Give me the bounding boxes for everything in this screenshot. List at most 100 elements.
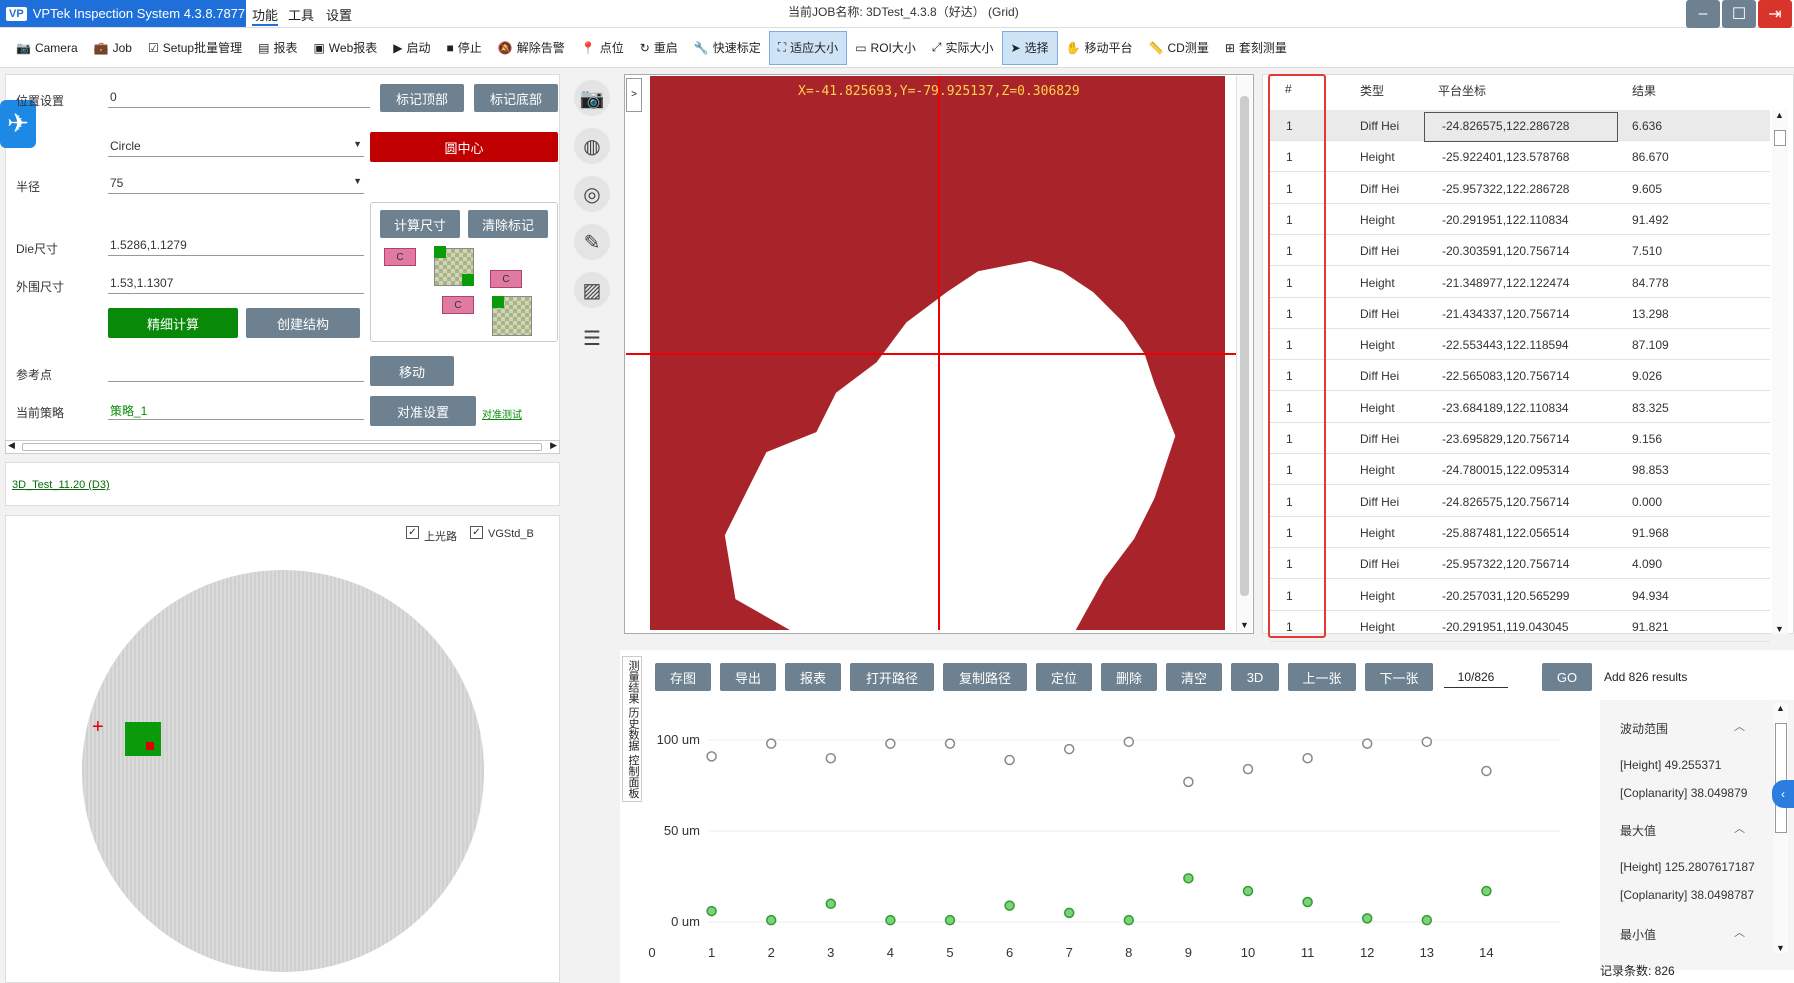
report-button[interactable]: ▤ 报表 xyxy=(250,31,305,65)
open-path-button[interactable]: 打开路径 xyxy=(850,663,934,691)
mark-top-button[interactable]: 标记顶部 xyxy=(380,84,464,112)
ref-point-field[interactable] xyxy=(108,362,364,382)
menu-tools[interactable]: 工具 xyxy=(288,5,314,24)
delete-button[interactable]: 删除 xyxy=(1101,663,1157,691)
web-report-button[interactable]: ▣ Web报表 xyxy=(305,31,385,65)
image-counter[interactable]: 10/826 xyxy=(1444,670,1508,688)
die-size-field[interactable]: 1.5286,1.1279 xyxy=(108,236,364,256)
scrollbar-thumb[interactable] xyxy=(1240,96,1249,596)
create-structure-button[interactable]: 创建结构 xyxy=(246,308,360,338)
checkbox-icon[interactable]: ✓ xyxy=(406,526,419,539)
chevron-up-icon[interactable]: ︿ xyxy=(1734,718,1745,734)
table-row[interactable]: 1 Height -23.684189,122.110834 83.325 xyxy=(1270,392,1770,423)
recipe-link[interactable]: 3D_Test_11.20 (D3) xyxy=(12,479,110,491)
stats-scrollbar[interactable]: ▲ ▼ xyxy=(1774,703,1788,953)
scrollbar-thumb[interactable] xyxy=(1775,723,1787,833)
clear-mark-button[interactable]: 清除标记 xyxy=(468,210,548,238)
table-row[interactable]: 1 Diff Hei -25.957322,122.286728 9.605 xyxy=(1270,173,1770,204)
fine-calc-button[interactable]: 精细计算 xyxy=(108,308,238,338)
scrollbar-thumb[interactable] xyxy=(1774,130,1786,146)
scrollbar-thumb[interactable] xyxy=(22,443,542,451)
table-scrollbar[interactable]: ▲ ▼ xyxy=(1772,110,1788,634)
3d-button[interactable]: 3D xyxy=(1231,663,1279,691)
move-stage-button[interactable]: ✋ 移动平台 xyxy=(1058,31,1141,65)
fit-size-button[interactable]: ⛶ 适应大小 xyxy=(768,30,848,65)
camera-icon[interactable]: 📷 xyxy=(574,80,610,116)
minimize-button[interactable]: – xyxy=(1686,0,1720,28)
table-row[interactable]: 1 Height -20.291951,119.043045 91.821 xyxy=(1270,611,1770,642)
table-row[interactable]: 1 Height -21.348977,122.122474 84.778 xyxy=(1270,267,1770,298)
tab-history[interactable]: 历史数据 xyxy=(627,707,639,751)
table-row[interactable]: 1 Diff Hei -23.695829,120.756714 9.156 xyxy=(1270,423,1770,454)
locate-button[interactable]: 定位 xyxy=(1036,663,1092,691)
table-row[interactable]: 1 Diff Hei -24.826575,120.756714 0.000 xyxy=(1270,486,1770,517)
calc-size-button[interactable]: 计算尺寸 xyxy=(380,210,460,238)
table-row[interactable]: 1 Diff Hei -22.565083,120.756714 9.026 xyxy=(1270,360,1770,392)
go-button[interactable]: GO xyxy=(1542,663,1592,691)
actual-size-button[interactable]: ⤢ 实际大小 xyxy=(924,31,1002,65)
maximize-button[interactable]: ☐ xyxy=(1722,0,1756,28)
table-row[interactable]: 1 Diff Hei -25.957322,120.756714 4.090 xyxy=(1270,548,1770,580)
table-row[interactable]: 1 Diff Hei -21.434337,120.756714 13.298 xyxy=(1270,298,1770,329)
scroll-down-icon[interactable]: ▼ xyxy=(1240,620,1249,630)
circle-center-button[interactable]: 圆中心 xyxy=(370,132,558,162)
outer-size-field[interactable]: 1.53,1.1307 xyxy=(108,274,364,294)
mark-bottom-button[interactable]: 标记底部 xyxy=(474,84,558,112)
roi-size-button[interactable]: ▭ ROI大小 xyxy=(847,31,924,65)
setup-batch-button[interactable]: ☑ Setup批量管理 xyxy=(140,31,250,65)
scroll-up-icon[interactable]: ▲ xyxy=(1775,110,1784,120)
radius-select[interactable]: 75 ▼ xyxy=(108,174,364,194)
save-image-button[interactable]: 存图 xyxy=(655,663,711,691)
wafer-map[interactable] xyxy=(82,570,484,972)
table-row[interactable]: 1 Height -20.291951,122.110834 91.492 xyxy=(1270,204,1770,235)
exit-button[interactable]: ⇥ xyxy=(1758,0,1792,28)
shape-select[interactable]: Circle ▼ xyxy=(108,137,364,157)
restart-button[interactable]: ↻ 重启 xyxy=(632,31,686,65)
align-test-link[interactable]: 对准测试 xyxy=(482,406,522,421)
report-button[interactable]: 报表 xyxy=(785,663,841,691)
move-button[interactable]: 移动 xyxy=(370,356,454,386)
image-icon[interactable]: ▨ xyxy=(574,272,610,308)
tool-icon[interactable]: ✎ xyxy=(574,224,610,260)
tab-measure-results[interactable]: 测量结果 xyxy=(627,660,639,704)
table-row[interactable]: 1 Height -25.922401,123.578768 86.670 xyxy=(1270,141,1770,173)
job-button[interactable]: 💼 Job xyxy=(86,31,140,65)
scroll-down-icon[interactable]: ▼ xyxy=(1776,943,1785,953)
next-image-button[interactable]: 下一张 xyxy=(1365,663,1433,691)
selected-die[interactable] xyxy=(125,722,161,756)
chevron-up-icon[interactable]: ︿ xyxy=(1734,924,1745,940)
cd-measure-button[interactable]: 📏 CD测量 xyxy=(1141,31,1217,65)
viewer-scrollbar[interactable]: ▼ xyxy=(1236,76,1252,632)
clear-alarm-button[interactable]: 🔕 解除告警 xyxy=(490,31,573,65)
start-button[interactable]: ▶ 启动 xyxy=(385,31,438,65)
clear-button[interactable]: 清空 xyxy=(1166,663,1222,691)
tab-control-panel[interactable]: 控制面板 xyxy=(627,754,639,798)
position-field[interactable]: 0 xyxy=(108,88,370,108)
scroll-right-icon[interactable]: ▶ xyxy=(550,440,557,451)
selected-cell[interactable] xyxy=(1424,112,1618,142)
chevron-up-icon[interactable]: ︿ xyxy=(1734,820,1745,836)
stop-button[interactable]: ■ 停止 xyxy=(439,31,490,65)
select-button[interactable]: ➤ 选择 xyxy=(1001,30,1058,65)
scroll-left-icon[interactable]: ◀ xyxy=(8,440,15,451)
wafer-icon[interactable]: ◎ xyxy=(574,176,610,212)
table-row[interactable]: 1 Diff Hei -20.303591,120.756714 7.510 xyxy=(1270,235,1770,267)
menu-settings[interactable]: 设置 xyxy=(326,5,352,24)
expand-toggle[interactable]: > xyxy=(626,78,642,112)
menu-function[interactable]: 功能 xyxy=(252,5,279,26)
camera-button[interactable]: 📷 Camera xyxy=(8,31,86,65)
table-row[interactable]: 1 Height -25.887481,122.056514 91.968 xyxy=(1270,517,1770,548)
horizontal-scrollbar[interactable]: ◀ ▶ xyxy=(5,440,560,454)
collapse-panel-button[interactable]: ‹ xyxy=(1772,780,1794,808)
export-button[interactable]: 导出 xyxy=(720,663,776,691)
table-row[interactable]: 1 Height -24.780015,122.095314 98.853 xyxy=(1270,454,1770,486)
table-row[interactable]: 1 Height -22.553443,122.118594 87.109 xyxy=(1270,329,1770,361)
quick-calibrate-button[interactable]: 🔧 快速标定 xyxy=(686,31,769,65)
align-settings-button[interactable]: 对准设置 xyxy=(370,396,476,426)
prev-image-button[interactable]: 上一张 xyxy=(1288,663,1356,691)
strategy-field[interactable]: 策略_1 xyxy=(108,400,364,420)
copy-path-button[interactable]: 复制路径 xyxy=(943,663,1027,691)
table-row[interactable]: 1 Height -20.257031,120.565299 94.934 xyxy=(1270,580,1770,611)
grid-globe-icon[interactable]: ◍ xyxy=(574,128,610,164)
scroll-up-icon[interactable]: ▲ xyxy=(1776,703,1785,713)
